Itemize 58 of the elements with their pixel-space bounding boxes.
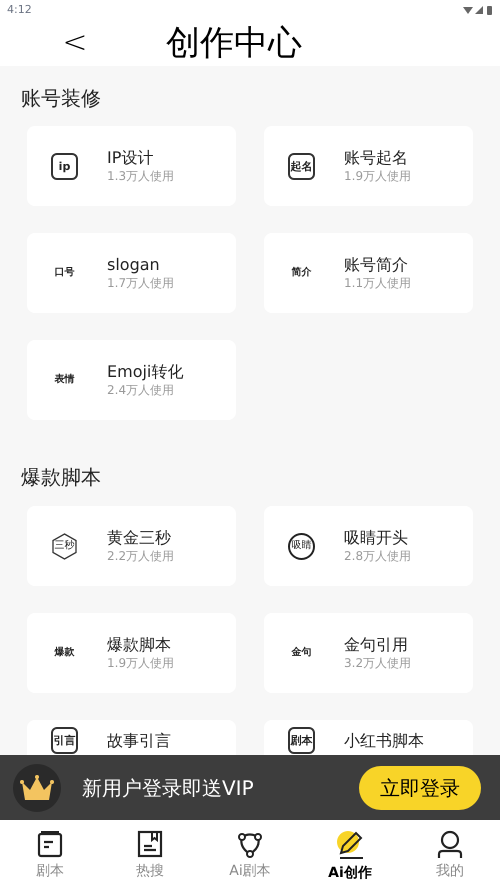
tool-title: 账号起名 bbox=[344, 148, 409, 168]
section-title: 账号装修 bbox=[20, 85, 102, 112]
tool-title: IP设计 bbox=[107, 148, 154, 168]
login-button[interactable]: 立即登录 bbox=[359, 766, 481, 810]
tool-card[interactable]: 起名 账号起名 1.9万人使用 bbox=[264, 126, 473, 206]
usage-count: 2.2万人使用 bbox=[107, 548, 174, 564]
tool-badge-icon: 三秒 bbox=[51, 532, 78, 560]
tool-card[interactable]: 表情 Emoji转化 2.4万人使用 bbox=[27, 340, 236, 420]
tool-title: 账号简介 bbox=[344, 255, 409, 275]
tool-title: 故事引言 bbox=[107, 730, 171, 750]
tool-title: 吸睛开头 bbox=[344, 528, 409, 548]
tool-card[interactable]: 吸睛 吸睛开头 2.8万人使用 bbox=[264, 506, 473, 586]
back-button[interactable]: < bbox=[60, 28, 90, 58]
tool-card[interactable]: 金句 金句引用 3.2万人使用 bbox=[264, 613, 473, 693]
tool-card[interactable]: ip IP设计 1.3万人使用 bbox=[27, 126, 236, 206]
usage-count: 1.9万人使用 bbox=[107, 655, 174, 671]
tool-badge-icon: 表情 bbox=[51, 366, 78, 394]
tool-title: 爆款脚本 bbox=[107, 635, 172, 655]
status-icons bbox=[463, 4, 493, 16]
nav-tab[interactable]: Ai创作 bbox=[300, 820, 400, 888]
tool-card[interactable]: 口号 slogan 1.7万人使用 bbox=[27, 233, 236, 313]
nav-tab[interactable]: 热搜 bbox=[100, 820, 200, 888]
tool-badge-icon: 简介 bbox=[288, 260, 315, 286]
tool-title: 小红书脚本 bbox=[344, 730, 424, 750]
tool-title: 金句引用 bbox=[344, 635, 409, 655]
nav-tab[interactable]: Ai剧本 bbox=[200, 820, 300, 888]
nav-tab[interactable]: 我的 bbox=[400, 820, 500, 888]
usage-count: 1.1万人使用 bbox=[344, 275, 412, 291]
tool-title: 黄金三秒 bbox=[107, 528, 172, 548]
crown-icon bbox=[13, 764, 61, 812]
tool-badge-icon: 爆款 bbox=[51, 640, 78, 666]
bookmark-page-icon bbox=[135, 829, 165, 859]
person-icon bbox=[435, 829, 465, 859]
tool-card[interactable]: 引言 故事引言 bbox=[27, 720, 236, 755]
page-title: 创作中心 bbox=[166, 22, 302, 64]
tool-badge-icon: 吸睛 bbox=[288, 532, 315, 560]
usage-count: 2.4万人使用 bbox=[107, 382, 176, 398]
promo-text: 新用户登录即送VIP bbox=[82, 774, 254, 802]
tool-card[interactable]: 爆款 爆款脚本 1.9万人使用 bbox=[27, 613, 236, 693]
tool-title: Emoji转化 bbox=[107, 362, 184, 382]
section-title: 爆款脚本 bbox=[20, 464, 102, 491]
nav-tab[interactable]: 剧本 bbox=[0, 820, 100, 888]
usage-count: 1.7万人使用 bbox=[107, 275, 174, 291]
tool-badge-icon: 口号 bbox=[51, 260, 78, 286]
tool-card[interactable]: 三秒 黄金三秒 2.2万人使用 bbox=[27, 506, 236, 586]
tool-badge-icon: ip bbox=[51, 152, 78, 180]
usage-count: 1.3万人使用 bbox=[107, 168, 174, 184]
tool-badge-icon: 起名 bbox=[288, 152, 315, 180]
script-icon bbox=[35, 829, 65, 859]
tool-card[interactable]: 简介 账号简介 1.1万人使用 bbox=[264, 233, 473, 313]
tool-title: slogan bbox=[107, 255, 161, 275]
usage-count: 2.8万人使用 bbox=[344, 548, 412, 564]
status-time: 4:12 bbox=[7, 2, 32, 18]
tool-badge-icon: 金句 bbox=[288, 640, 315, 666]
usage-count: 1.9万人使用 bbox=[344, 168, 412, 184]
pencil-icon bbox=[335, 829, 365, 859]
usage-count: 3.2万人使用 bbox=[344, 655, 412, 671]
tool-card[interactable]: 剧本 小红书脚本 bbox=[264, 720, 473, 755]
